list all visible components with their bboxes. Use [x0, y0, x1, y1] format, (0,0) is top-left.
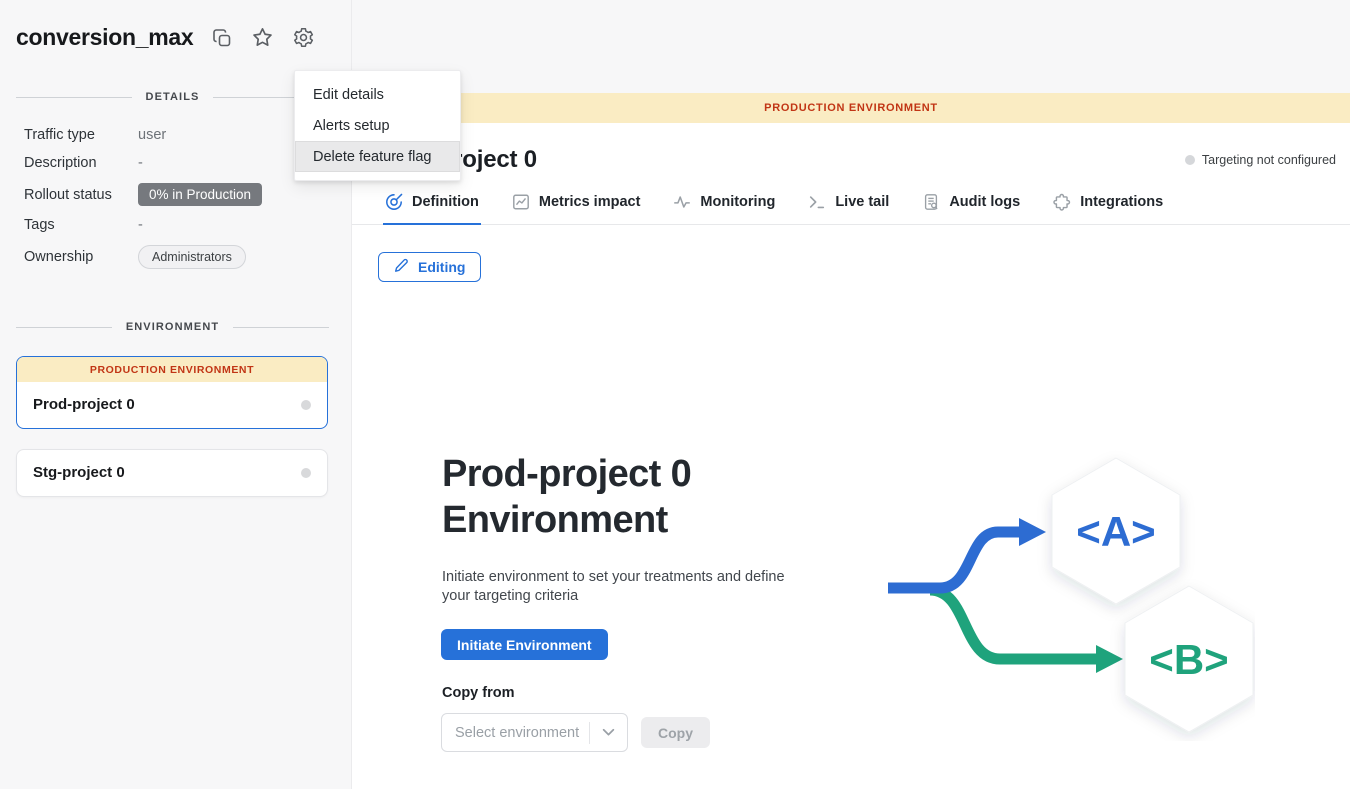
live-tail-icon — [808, 193, 826, 211]
detail-label: Rollout status — [24, 187, 138, 203]
tab-label: Integrations — [1080, 194, 1163, 210]
tab-label: Monitoring — [700, 194, 775, 210]
flag-name-title: conversion_max — [16, 24, 193, 51]
env-card-production-banner: PRODUCTION ENVIRONMENT — [17, 357, 327, 382]
environment-select[interactable]: Select environment — [441, 713, 628, 752]
rollout-status-badge: 0% in Production — [138, 183, 262, 206]
blue-arrowhead — [1019, 518, 1046, 546]
env-card-row: Prod-project 0 — [17, 382, 327, 428]
copy-flag-button[interactable] — [211, 27, 233, 49]
tab-label: Metrics impact — [539, 194, 641, 210]
tab-integrations[interactable]: Integrations — [1053, 193, 1163, 224]
detail-value: - — [138, 155, 143, 171]
initiate-environment-button[interactable]: Initiate Environment — [441, 629, 608, 660]
variant-a-label: <A> — [1076, 508, 1155, 555]
env-card-row: Stg-project 0 — [17, 450, 327, 496]
flag-header: conversion_max — [0, 0, 351, 51]
gear-icon — [292, 26, 315, 49]
hero-title: Prod-project 0 Environment — [442, 451, 777, 543]
tab-monitoring[interactable]: Monitoring — [673, 193, 775, 224]
ownership-pill[interactable]: Administrators — [138, 245, 246, 269]
details-section-header: DETAILS — [16, 91, 329, 103]
tab-audit-logs[interactable]: Audit logs — [922, 193, 1020, 224]
tab-definition[interactable]: Definition — [385, 193, 479, 224]
env-card-stg[interactable]: Stg-project 0 — [16, 449, 328, 497]
detail-label: Tags — [24, 217, 138, 233]
detail-label: Ownership — [24, 249, 138, 265]
monitoring-icon — [673, 193, 691, 211]
editing-button[interactable]: Editing — [378, 252, 481, 282]
environment-section-header: ENVIRONMENT — [16, 321, 329, 333]
flag-settings-button[interactable] — [292, 26, 315, 49]
copy-icon — [211, 27, 233, 49]
menu-item-alerts-setup[interactable]: Alerts setup — [295, 110, 460, 141]
detail-value: - — [138, 217, 143, 233]
settings-dropdown-menu: Edit details Alerts setup Delete feature… — [294, 70, 461, 181]
audit-logs-icon — [922, 193, 940, 211]
divider — [16, 327, 112, 328]
env-name: Prod-project 0 — [33, 396, 135, 413]
ab-test-illustration: <A> <B> — [870, 436, 1255, 746]
detail-row-ownership: Ownership Administrators — [24, 244, 351, 269]
tab-label: Definition — [412, 194, 479, 210]
tab-live-tail[interactable]: Live tail — [808, 193, 889, 224]
divider — [233, 327, 329, 328]
hero-description: Initiate environment to set your treatme… — [442, 568, 810, 606]
menu-item-delete-feature-flag[interactable]: Delete feature flag — [295, 141, 460, 172]
detail-row-rollout-status: Rollout status 0% in Production — [24, 182, 351, 207]
environment-select-placeholder: Select environment — [442, 725, 589, 741]
integrations-icon — [1053, 193, 1071, 211]
tab-label: Audit logs — [949, 194, 1020, 210]
targeting-status-label: Targeting not configured — [1202, 153, 1336, 167]
targeting-status: Targeting not configured — [1185, 153, 1336, 167]
detail-label: Description — [24, 155, 138, 171]
production-environment-banner: PRODUCTION ENVIRONMENT — [352, 93, 1350, 123]
page-header: Prod-project 0 Targeting not configured — [352, 123, 1350, 174]
copy-button[interactable]: Copy — [641, 717, 710, 748]
detail-label: Traffic type — [24, 127, 138, 143]
chevron-down-icon — [590, 728, 627, 737]
tab-metrics-impact[interactable]: Metrics impact — [512, 193, 641, 224]
favorite-flag-button[interactable] — [251, 26, 274, 49]
tab-label: Live tail — [835, 194, 889, 210]
env-card-prod[interactable]: PRODUCTION ENVIRONMENT Prod-project 0 — [16, 356, 328, 429]
tab-bar: Definition Metrics impact Monitoring Liv… — [352, 193, 1350, 225]
variant-b-label: <B> — [1149, 636, 1228, 683]
definition-icon — [385, 193, 403, 211]
env-status-dot — [301, 400, 311, 410]
main-content: PRODUCTION ENVIRONMENT Prod-project 0 Ta… — [352, 0, 1350, 789]
top-strip — [352, 0, 1350, 93]
env-name: Stg-project 0 — [33, 464, 125, 481]
menu-item-edit-details[interactable]: Edit details — [295, 79, 460, 110]
divider — [16, 97, 132, 98]
environment-heading: ENVIRONMENT — [126, 321, 219, 333]
env-status-dot — [301, 468, 311, 478]
detail-row-tags: Tags - — [24, 212, 351, 237]
pencil-icon — [394, 258, 409, 276]
details-heading: DETAILS — [146, 91, 200, 103]
green-arrowhead — [1096, 645, 1123, 673]
copy-from-label: Copy from — [442, 685, 515, 701]
star-icon — [251, 26, 274, 49]
editing-button-label: Editing — [418, 259, 465, 275]
targeting-status-dot — [1185, 155, 1195, 165]
metrics-impact-icon — [512, 193, 530, 211]
detail-value: user — [138, 127, 166, 143]
